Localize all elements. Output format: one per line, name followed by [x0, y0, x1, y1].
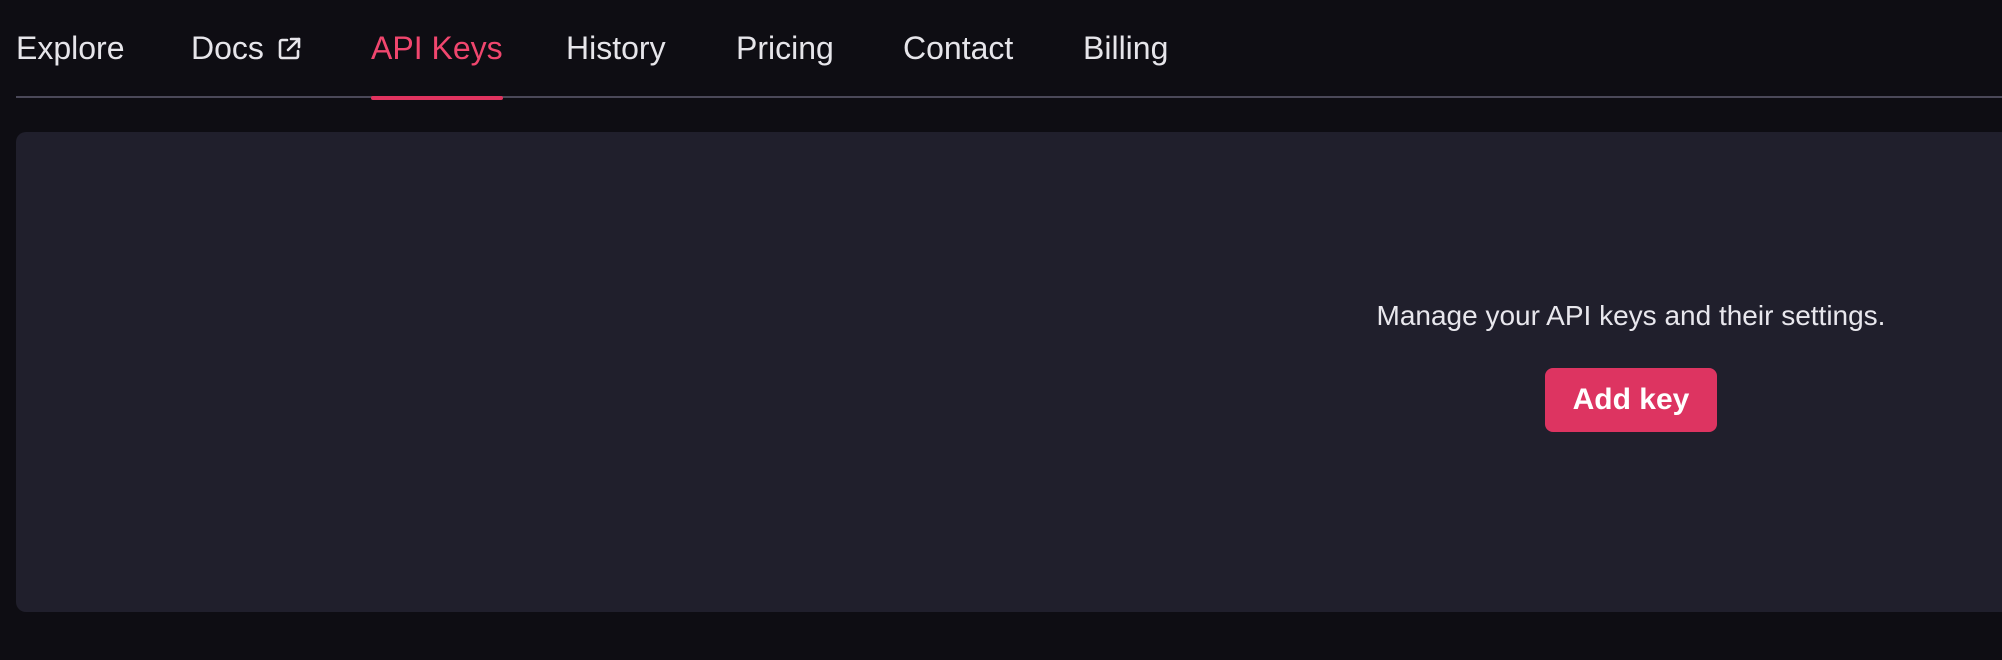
top-navigation: Explore Docs API Keys History Pricing Co…: [16, 0, 2002, 100]
tab-billing-label: Billing: [1083, 30, 1169, 66]
tab-docs-label: Docs: [191, 30, 264, 66]
tab-history-label: History: [566, 30, 666, 66]
add-key-button[interactable]: Add key: [1545, 368, 1717, 432]
tab-explore-label: Explore: [16, 30, 125, 66]
tab-api-keys[interactable]: API Keys: [371, 0, 503, 100]
api-keys-panel: Manage your API keys and their settings.…: [16, 132, 2002, 612]
tab-history[interactable]: History: [566, 0, 666, 98]
empty-state-description: Manage your API keys and their settings.: [1376, 300, 1886, 331]
tab-explore[interactable]: Explore: [16, 0, 125, 98]
tab-pricing[interactable]: Pricing: [736, 0, 834, 98]
tab-api-keys-label: API Keys: [371, 30, 503, 66]
empty-state: Manage your API keys and their settings.…: [1351, 302, 1911, 432]
tab-docs[interactable]: Docs: [191, 0, 302, 98]
tab-pricing-label: Pricing: [736, 30, 834, 66]
tab-contact[interactable]: Contact: [903, 0, 1013, 98]
tab-billing[interactable]: Billing: [1083, 0, 1168, 98]
tab-contact-label: Contact: [903, 30, 1014, 66]
external-link-icon: [276, 35, 302, 61]
